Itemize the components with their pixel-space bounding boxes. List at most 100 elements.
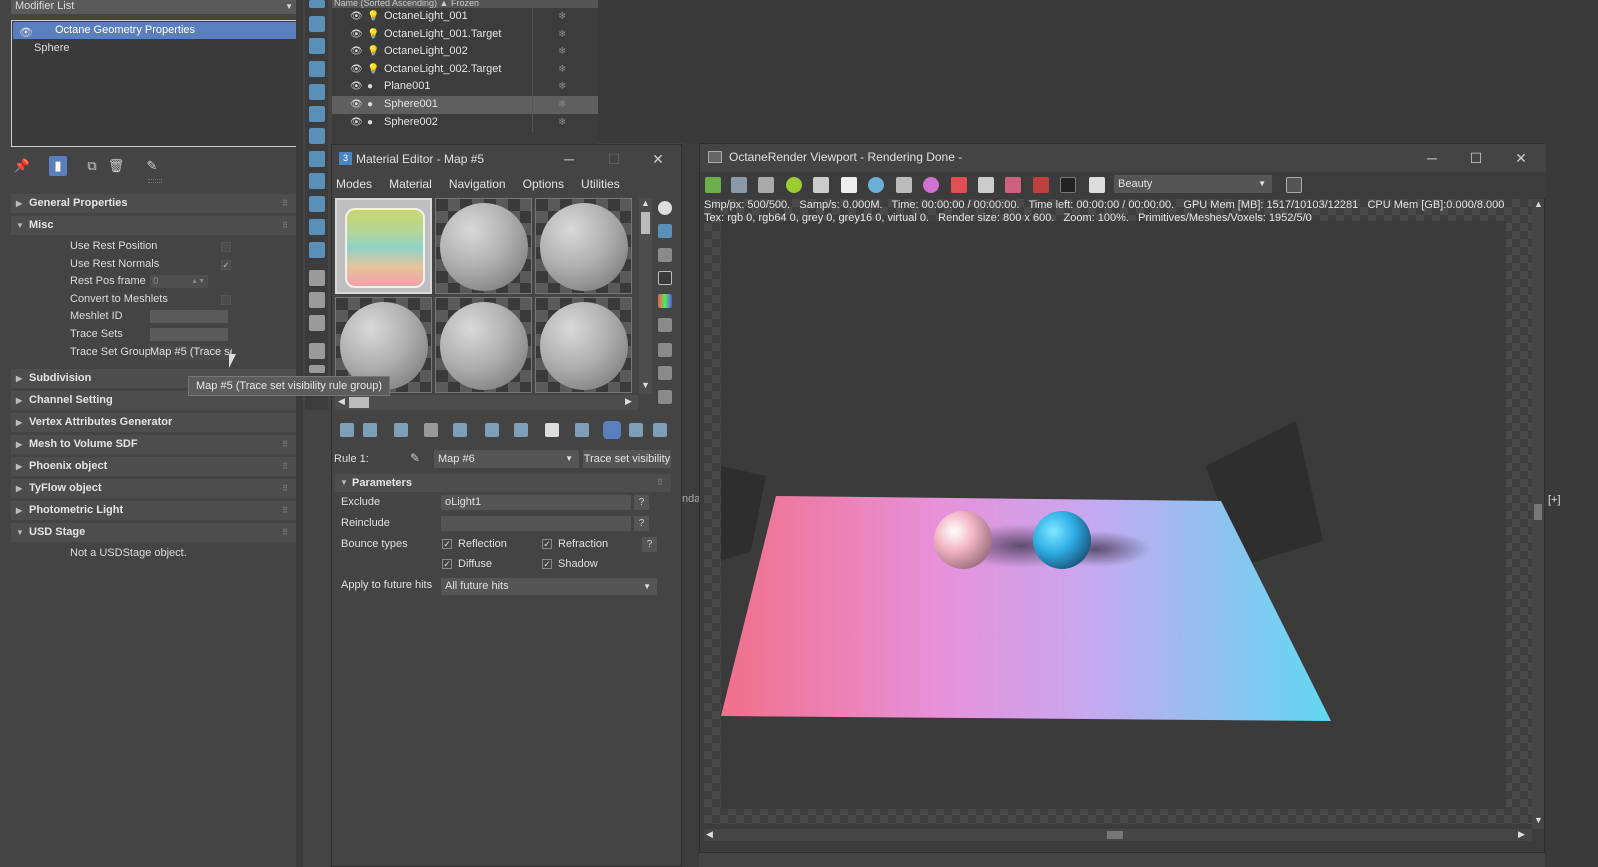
save-render-icon[interactable] bbox=[705, 177, 721, 193]
focus-picker-icon[interactable] bbox=[896, 177, 912, 193]
rest-pos-frame-spinner[interactable]: 0 ▲▼ bbox=[150, 275, 208, 289]
sample-slot[interactable] bbox=[535, 297, 632, 393]
geometry-filter-icon[interactable] bbox=[309, 16, 325, 32]
stack-item-octane-geometry-properties[interactable]: 👁 Octane Geometry Properties bbox=[13, 22, 297, 39]
freeze-icon[interactable]: ❄ bbox=[558, 8, 566, 25]
select-objects-icon[interactable] bbox=[309, 0, 325, 8]
maximize-icon[interactable]: ☐ bbox=[599, 145, 629, 173]
apply-future-hits-dropdown[interactable]: All future hits ▼ bbox=[441, 578, 657, 595]
scroll-right-icon[interactable]: ▶ bbox=[625, 396, 632, 407]
rollout-phoenix-object[interactable]: ▶ Phoenix object ⠿ bbox=[11, 457, 296, 477]
scroll-up-icon[interactable]: ▲ bbox=[1534, 199, 1543, 209]
eye-icon[interactable]: 👁 bbox=[350, 26, 363, 43]
rollout-photometric-light[interactable]: ▶ Photometric Light ⠿ bbox=[11, 501, 296, 521]
convert-to-meshlets-checkbox[interactable] bbox=[221, 294, 231, 305]
display-none-icon[interactable] bbox=[309, 292, 325, 308]
scroll-up-icon[interactable]: ▲ bbox=[641, 198, 650, 208]
reflection-checkbox[interactable]: ✓ bbox=[442, 539, 452, 549]
scene-row[interactable]: 👁 ● Sphere002 ❄ bbox=[332, 113, 598, 132]
scroll-thumb[interactable] bbox=[349, 397, 369, 408]
material-navigator-icon[interactable] bbox=[658, 390, 672, 404]
rollout-tyflow-object[interactable]: ▶ TyFlow object ⠿ bbox=[11, 479, 296, 499]
make-copy-icon[interactable] bbox=[453, 423, 467, 437]
rollout-vertex-attributes-generator[interactable]: ▶ Vertex Attributes Generator bbox=[11, 413, 296, 433]
xref-filter-icon[interactable] bbox=[309, 151, 325, 167]
pause-icon[interactable] bbox=[841, 177, 857, 193]
refraction-checkbox[interactable]: ✓ bbox=[542, 539, 552, 549]
bone-filter-icon[interactable] bbox=[309, 173, 325, 189]
video-color-check-icon[interactable] bbox=[658, 294, 672, 308]
exclude-field[interactable]: oLight1 bbox=[441, 495, 631, 510]
close-icon[interactable]: ✕ bbox=[1506, 144, 1536, 172]
lock-icon[interactable] bbox=[813, 177, 829, 193]
group-filter-icon[interactable] bbox=[309, 128, 325, 144]
rollout-usd-stage[interactable]: ▼ USD Stage ⠿ bbox=[11, 523, 296, 543]
scene-row[interactable]: 👁 💡 OctaneLight_002 ❄ bbox=[332, 43, 598, 62]
background-icon[interactable] bbox=[658, 248, 672, 262]
filter-icon[interactable] bbox=[309, 343, 325, 359]
remove-modifier-icon[interactable]: 🗑 bbox=[107, 156, 125, 176]
render-pass-dropdown[interactable]: Beauty ▼ bbox=[1114, 175, 1272, 193]
show-end-result-icon[interactable] bbox=[603, 421, 621, 439]
menu-navigation[interactable]: Navigation bbox=[449, 177, 506, 191]
get-material-icon[interactable] bbox=[340, 423, 354, 437]
sample-type-icon[interactable] bbox=[658, 201, 672, 215]
shadow-checkbox[interactable]: ✓ bbox=[542, 559, 552, 569]
show-end-result-icon[interactable]: ▮ bbox=[49, 156, 67, 176]
hidden-filter-icon[interactable] bbox=[309, 242, 325, 258]
freeze-icon[interactable]: ❄ bbox=[558, 114, 566, 131]
frozen-filter-icon[interactable] bbox=[309, 219, 325, 235]
freeze-icon[interactable]: ❄ bbox=[558, 43, 566, 60]
modifier-stack[interactable]: 👁 Octane Geometry Properties Sphere bbox=[11, 20, 299, 147]
options-icon[interactable] bbox=[658, 343, 672, 357]
camera-filter-icon[interactable] bbox=[309, 61, 325, 77]
white-balance-icon[interactable] bbox=[923, 177, 939, 193]
freeze-icon[interactable]: ❄ bbox=[558, 96, 566, 113]
resize-grip[interactable] bbox=[148, 179, 162, 183]
go-forward-to-sibling-icon[interactable] bbox=[653, 423, 667, 437]
sample-slot[interactable] bbox=[435, 297, 532, 393]
select-by-material-icon[interactable] bbox=[658, 366, 672, 380]
menu-options[interactable]: Options bbox=[523, 177, 564, 191]
parameters-header[interactable]: ▼ Parameters ⠿ bbox=[335, 474, 671, 492]
assign-to-selection-icon[interactable] bbox=[394, 423, 408, 437]
freeze-icon[interactable]: ❄ bbox=[558, 61, 566, 78]
render-horizontal-scrollbar[interactable]: ◀ ▶ bbox=[704, 829, 1532, 841]
eye-icon[interactable]: 👁 bbox=[350, 43, 363, 60]
scroll-thumb[interactable] bbox=[1107, 831, 1123, 839]
modifier-list-dropdown[interactable]: Modifier List ▼ bbox=[11, 0, 299, 14]
slots-vertical-scrollbar[interactable]: ▲ ▼ bbox=[639, 198, 652, 394]
scene-row[interactable]: 👁 ● Plane001 ❄ bbox=[332, 78, 598, 97]
minimize-icon[interactable]: ─ bbox=[554, 145, 584, 173]
slots-horizontal-scrollbar[interactable]: ◀ ▶ bbox=[335, 395, 638, 410]
refresh-icon[interactable] bbox=[786, 177, 802, 193]
region-render-icon[interactable] bbox=[951, 177, 967, 193]
make-unique-icon[interactable] bbox=[485, 423, 499, 437]
scroll-left-icon[interactable]: ◀ bbox=[706, 829, 713, 840]
spinner-arrows-icon[interactable]: ▲▼ bbox=[191, 275, 205, 288]
backlight-icon[interactable] bbox=[658, 224, 672, 238]
light-filter-icon[interactable] bbox=[309, 38, 325, 54]
scroll-right-icon[interactable]: ▶ bbox=[1518, 829, 1525, 840]
eye-icon[interactable]: 👁 bbox=[350, 61, 363, 78]
freeze-icon[interactable]: ❄ bbox=[558, 26, 566, 43]
film-region-icon[interactable] bbox=[978, 177, 994, 193]
use-rest-position-checkbox[interactable] bbox=[221, 242, 231, 252]
scene-row[interactable]: 👁 💡 OctaneLight_002.Target ❄ bbox=[332, 60, 598, 79]
scroll-thumb[interactable] bbox=[641, 212, 650, 234]
close-icon[interactable]: ✕ bbox=[643, 145, 673, 173]
show-shaded-material-icon[interactable] bbox=[575, 423, 589, 437]
scroll-left-icon[interactable]: ◀ bbox=[338, 396, 345, 407]
sample-slot[interactable] bbox=[535, 198, 632, 294]
helper-filter-icon[interactable] bbox=[309, 84, 325, 100]
put-to-scene-icon[interactable] bbox=[363, 423, 377, 437]
fit-view-icon[interactable] bbox=[1286, 177, 1302, 193]
sample-uv-tiling-icon[interactable] bbox=[658, 271, 672, 285]
scroll-down-icon[interactable]: ▼ bbox=[1534, 815, 1543, 825]
eye-icon[interactable]: 👁 bbox=[350, 96, 363, 113]
command-panel-scrollbar[interactable] bbox=[296, 0, 303, 867]
filter-options-icon[interactable] bbox=[309, 365, 325, 373]
object-picker-icon[interactable] bbox=[1033, 177, 1049, 193]
trace-sets-field[interactable] bbox=[150, 327, 228, 341]
pin-stack-icon[interactable]: 📌 bbox=[13, 156, 31, 176]
